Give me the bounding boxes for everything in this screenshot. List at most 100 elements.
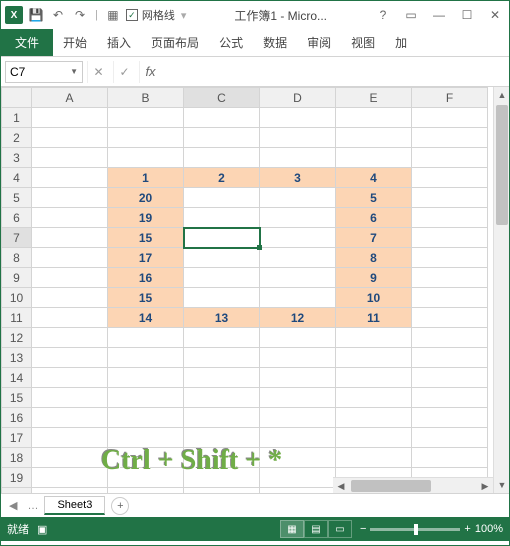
row-header[interactable]: 17 [2,428,32,448]
cell[interactable]: 3 [260,168,336,188]
cell[interactable]: 4 [336,168,412,188]
maximize-icon[interactable]: ☐ [457,8,477,22]
cell[interactable] [184,468,260,488]
cell[interactable] [184,348,260,368]
cell[interactable] [412,228,488,248]
add-sheet-button[interactable]: + [111,497,129,515]
column-header[interactable]: C [184,88,260,108]
cell[interactable] [108,448,184,468]
tab-file[interactable]: 文件 [1,29,53,56]
cell[interactable] [336,348,412,368]
cell[interactable]: 20 [108,188,184,208]
cell[interactable] [32,468,108,488]
gridlines-checkbox[interactable]: ✓ [126,9,138,21]
column-header[interactable]: D [260,88,336,108]
formula-input[interactable] [165,61,505,83]
cell[interactable] [32,288,108,308]
cell[interactable] [260,268,336,288]
undo-icon[interactable]: ↶ [49,6,67,24]
column-header[interactable]: E [336,88,412,108]
scroll-down-icon[interactable]: ▼ [494,477,509,493]
cell[interactable] [412,208,488,228]
grid-icon[interactable]: ▦ [104,6,122,24]
cell[interactable] [32,188,108,208]
cell[interactable] [32,148,108,168]
row-header[interactable]: 8 [2,248,32,268]
cell[interactable] [260,208,336,228]
cell[interactable]: 5 [336,188,412,208]
help-icon[interactable]: ? [373,8,393,22]
cell[interactable] [412,388,488,408]
cell[interactable] [32,228,108,248]
cell[interactable] [32,168,108,188]
cell[interactable] [32,248,108,268]
cell[interactable] [260,428,336,448]
vertical-scrollbar[interactable]: ▲ ▼ [493,87,509,493]
row-header[interactable]: 16 [2,408,32,428]
sheet-tab[interactable]: Sheet3 [44,496,105,515]
cell[interactable] [184,108,260,128]
row-header[interactable]: 11 [2,308,32,328]
cell[interactable] [108,488,184,494]
tab-addins[interactable]: 加 [385,29,417,56]
cell[interactable] [412,248,488,268]
cell[interactable] [260,188,336,208]
tab-layout[interactable]: 页面布局 [141,29,209,56]
cell[interactable] [32,408,108,428]
cell[interactable] [184,368,260,388]
redo-icon[interactable]: ↷ [71,6,89,24]
sheet-nav-prev[interactable]: ◀ [5,499,21,512]
scroll-left-icon[interactable]: ◀ [333,478,349,493]
cell[interactable] [32,308,108,328]
cell[interactable]: 9 [336,268,412,288]
save-icon[interactable]: 💾 [27,6,45,24]
cell[interactable]: 7 [336,228,412,248]
cancel-icon[interactable]: ✕ [87,61,109,83]
cell[interactable] [412,108,488,128]
minimize-icon[interactable]: — [429,8,449,22]
cell[interactable] [336,148,412,168]
cell[interactable] [184,328,260,348]
column-header[interactable]: F [412,88,488,108]
row-header[interactable]: 1 [2,108,32,128]
cell[interactable] [260,468,336,488]
cell[interactable]: 11 [336,308,412,328]
cell[interactable] [32,328,108,348]
cell[interactable]: 13 [184,308,260,328]
row-header[interactable]: 15 [2,388,32,408]
cell[interactable] [32,448,108,468]
cell[interactable] [184,448,260,468]
cell[interactable] [32,108,108,128]
scroll-thumb-h[interactable] [351,480,431,492]
cell[interactable] [32,208,108,228]
cell[interactable] [412,308,488,328]
cell[interactable] [108,148,184,168]
scroll-up-icon[interactable]: ▲ [494,87,509,103]
cell[interactable] [32,388,108,408]
tab-formulas[interactable]: 公式 [209,29,253,56]
ribbon-options-icon[interactable]: ▭ [401,8,421,22]
row-header[interactable]: 18 [2,448,32,468]
close-icon[interactable]: ✕ [485,8,505,22]
cell[interactable] [184,488,260,494]
macro-record-icon[interactable]: ▣ [37,523,47,536]
cell[interactable] [412,348,488,368]
cell[interactable] [260,448,336,468]
cell[interactable] [184,148,260,168]
cell[interactable] [412,408,488,428]
cell[interactable] [184,288,260,308]
cell[interactable]: 15 [108,288,184,308]
cell[interactable] [260,128,336,148]
cell[interactable] [108,368,184,388]
tab-data[interactable]: 数据 [253,29,297,56]
column-header[interactable]: B [108,88,184,108]
tab-insert[interactable]: 插入 [97,29,141,56]
cell[interactable] [260,348,336,368]
cell[interactable] [412,148,488,168]
cell[interactable] [260,328,336,348]
cell[interactable] [412,328,488,348]
cell[interactable] [184,128,260,148]
tab-home[interactable]: 开始 [53,29,97,56]
cell[interactable] [108,428,184,448]
cell[interactable] [184,408,260,428]
